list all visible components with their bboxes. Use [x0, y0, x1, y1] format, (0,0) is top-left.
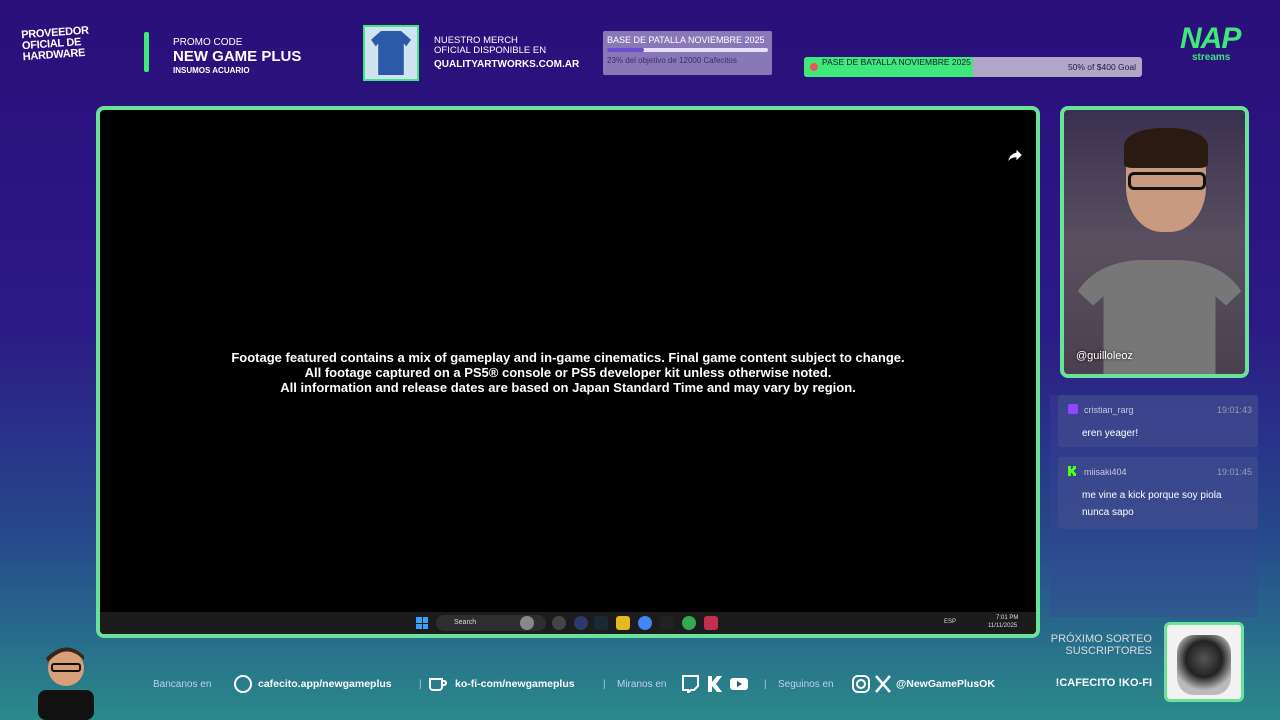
goal2-amount: 50% of $400 Goal — [1067, 62, 1136, 72]
chat-commands: !CAFECITO !KO-FI — [1055, 677, 1152, 689]
goal2-icon — [810, 63, 818, 71]
streamer-handle: @guilloleoz — [1076, 350, 1134, 362]
instagram-icon[interactable] — [851, 675, 871, 693]
chat-messages: cristian_rarg 19:01:43 eren yeager! miis… — [1058, 395, 1258, 617]
share-icon[interactable] — [1006, 146, 1024, 164]
seguinos-label: Seguinos en — [778, 679, 834, 690]
kofi-icon — [429, 678, 447, 691]
mascot-avatar — [38, 647, 94, 720]
brand-sub: streams — [1192, 52, 1231, 63]
windows-taskbar: Search ESP 7:01 PM 11/11/2025 — [100, 612, 1036, 634]
x-icon[interactable] — [873, 675, 893, 693]
merch-url: QUALITYARTWORKS.COM.AR — [434, 59, 580, 70]
goal-widget-battlepass: PASE DE BATALLA NOVIEMBRE 2025 50% of $4… — [804, 57, 1142, 77]
disclaimer-line-2: All footage captured on a PS5® console o… — [304, 365, 832, 380]
game-capture: Footage featured contains a mix of gamep… — [96, 106, 1040, 638]
taskbar-app-icon[interactable] — [520, 616, 534, 630]
merch-shirt-image — [363, 25, 419, 81]
obs-icon[interactable] — [552, 616, 566, 630]
webcam: @guilloleoz — [1060, 106, 1249, 378]
giveaway-image — [1164, 622, 1244, 702]
taskbar-app-icon[interactable] — [574, 616, 588, 630]
chat-message: miisaki404 19:01:45 me vine a kick porqu… — [1058, 457, 1258, 529]
disclaimer-text: Footage featured contains a mix of gamep… — [100, 350, 1036, 395]
promo-label: PROMO CODE — [173, 37, 243, 48]
promo-sub: INSUMOS ACUARIO — [173, 66, 250, 75]
taskbar-app-icon[interactable] — [704, 616, 718, 630]
chat-text: eren yeager! — [1082, 428, 1139, 439]
goal-widget-cafecitos: BASE DE PATALLA NOVIEMBRE 2025 23% del o… — [603, 31, 772, 75]
kick-icon[interactable] — [705, 675, 725, 693]
chat-text: me vine a kick porque soy piola nunca sa… — [1082, 490, 1222, 518]
twitch-icon — [1068, 404, 1078, 414]
tray-date[interactable]: 11/11/2025 — [988, 623, 1017, 629]
miranos-label: Miranos en — [617, 679, 667, 690]
chrome-icon[interactable] — [682, 616, 696, 630]
goal1-title: BASE DE PATALLA NOVIEMBRE 2025 — [607, 35, 765, 45]
chrome-icon[interactable] — [638, 616, 652, 630]
tray-time[interactable]: 7:01 PM — [996, 615, 1018, 621]
youtube-icon[interactable] — [729, 675, 749, 693]
cafecito-link[interactable]: cafecito.app/newgameplus — [258, 678, 392, 690]
goal1-progress-bar — [607, 48, 768, 52]
separator: | — [419, 679, 422, 690]
merch-line2: OFICIAL DISPONIBLE EN — [434, 45, 547, 56]
disclaimer-line-1: Footage featured contains a mix of gamep… — [231, 350, 905, 365]
chat-message: cristian_rarg 19:01:43 eren yeager! — [1058, 395, 1258, 447]
steam-icon[interactable] — [594, 616, 608, 630]
streamer-hair — [1124, 128, 1208, 168]
sponsor-logo: PROVEEDOR OFICIAL DE HARDWARE — [20, 24, 90, 64]
terminal-icon[interactable] — [660, 616, 674, 630]
promo-accent-bar — [144, 32, 149, 72]
folder-icon[interactable] — [616, 616, 630, 630]
tray-language[interactable]: ESP — [944, 619, 956, 625]
goal1-status: 23% del objetivo de 12000 Cafecitos — [607, 56, 737, 65]
disclaimer-line-3: All information and release dates are ba… — [280, 380, 856, 395]
promo-code: NEW GAME PLUS — [173, 48, 302, 65]
nap-streams-logo: NAP streams — [1180, 22, 1258, 63]
cafecito-icon — [234, 675, 252, 693]
bancanos-label: Bancanos en — [153, 679, 212, 690]
separator: | — [603, 679, 606, 690]
chat-time: 19:01:43 — [1216, 405, 1252, 415]
kofi-link[interactable]: ko-fi-com/newgameplus — [455, 678, 575, 690]
kick-icon — [1068, 466, 1076, 476]
twitch-icon[interactable] — [680, 675, 700, 693]
goal2-title: PASE DE BATALLA NOVIEMBRE 2025 — [822, 57, 971, 67]
social-handle[interactable]: @NewGamePlusOK — [896, 678, 995, 690]
chat-time: 19:01:45 — [1216, 467, 1252, 477]
windows-start-icon[interactable] — [416, 617, 428, 629]
streamer-glasses — [1128, 172, 1206, 190]
chat-user: cristian_rarg — [1084, 405, 1134, 415]
giveaway-label: PRÓXIMO SORTEO SUSCRIPTORES — [1050, 633, 1152, 657]
separator: | — [764, 679, 767, 690]
brand-name: NAP — [1180, 22, 1241, 55]
chat-user: miisaki404 — [1084, 467, 1127, 477]
merch-text: NUESTRO MERCH OFICIAL DISPONIBLE EN — [434, 36, 546, 56]
